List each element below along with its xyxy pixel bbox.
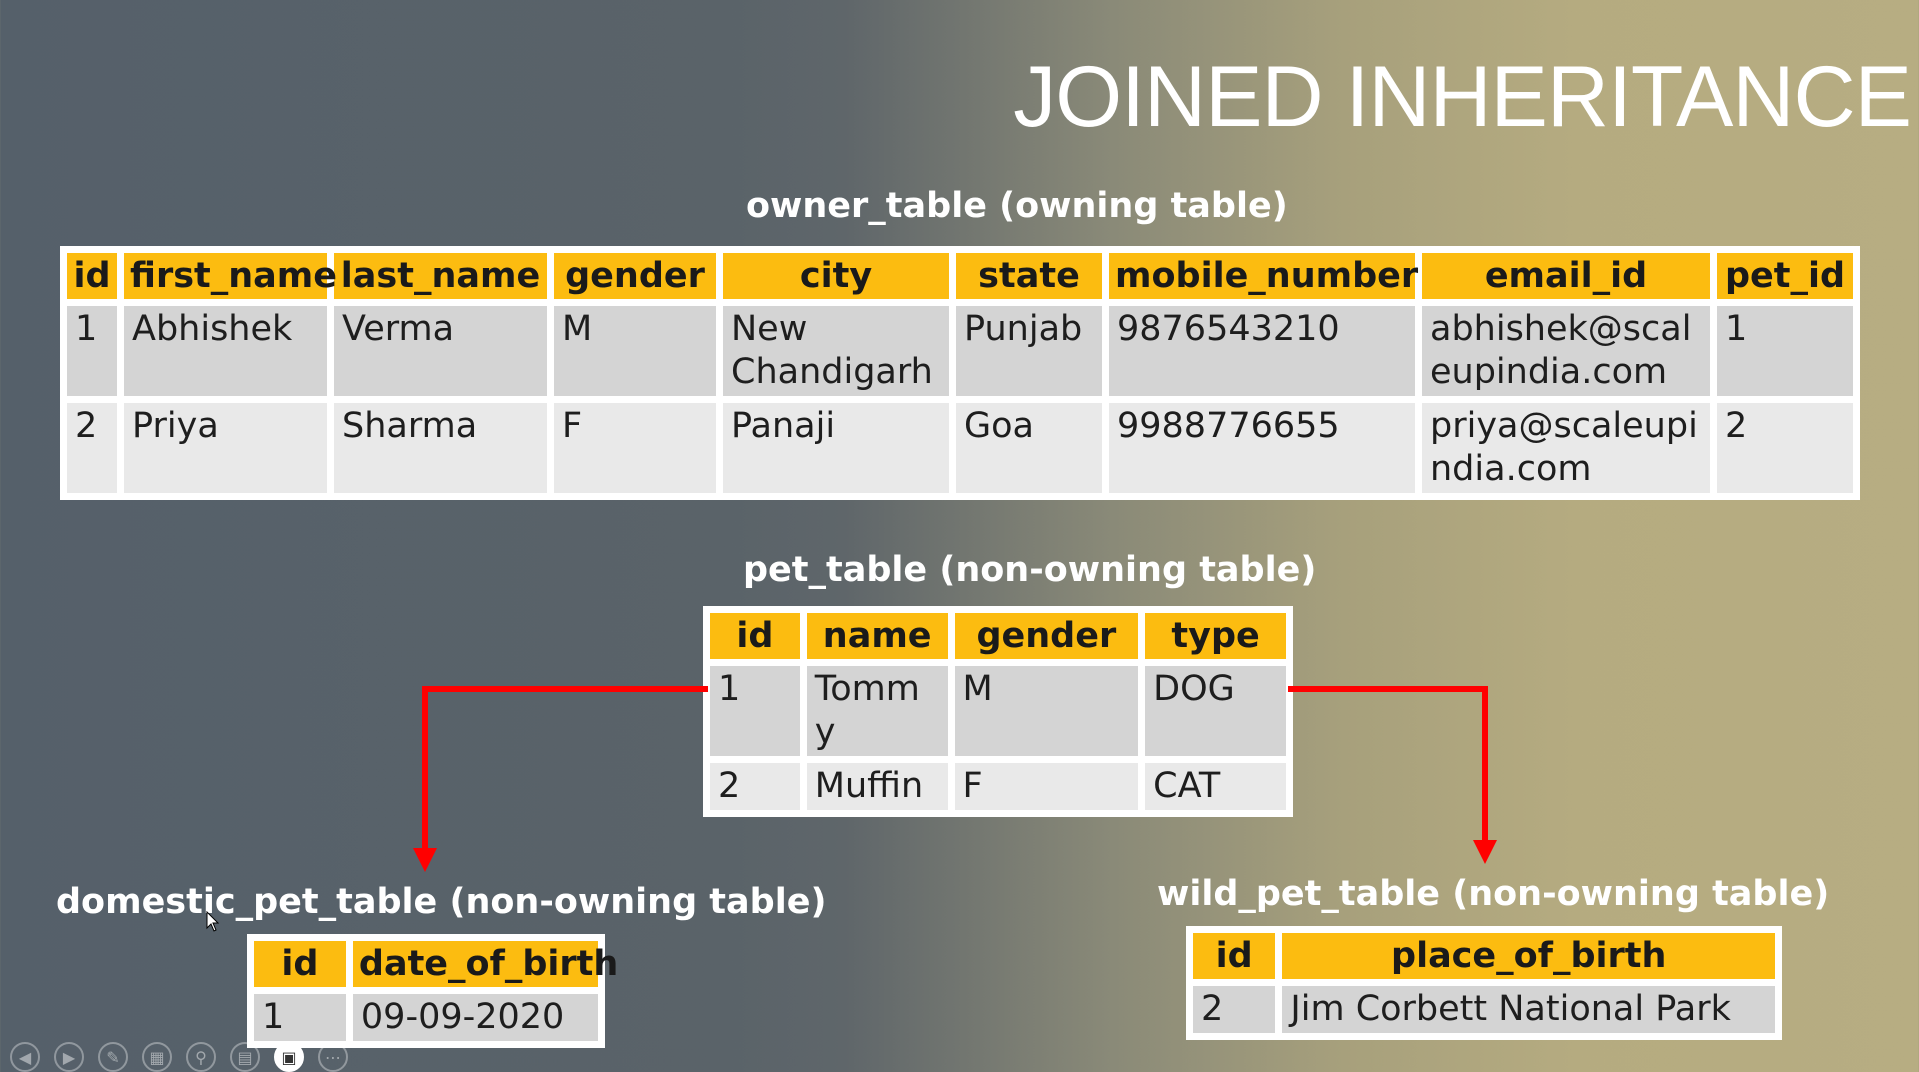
mouse-cursor-icon: [206, 911, 220, 932]
wild-table-header-row: id place_of_birth: [1193, 933, 1775, 979]
wild-col-place-of-birth: place_of_birth: [1282, 933, 1775, 979]
wild-col-id: id: [1193, 933, 1276, 979]
domestic-col-date-of-birth: date_of_birth: [352, 941, 618, 987]
camera-icon[interactable]: ▣: [274, 1042, 304, 1072]
table-row: 2 Jim Corbett National Park: [1193, 986, 1775, 1033]
next-icon[interactable]: ▶: [54, 1042, 84, 1072]
pen-icon[interactable]: ✎: [98, 1042, 128, 1072]
domestic-pet-table: id date_of_birth 1 09-09-2020: [247, 934, 618, 1048]
wild-pet-table: id place_of_birth 2 Jim Corbett National…: [1186, 926, 1782, 1040]
subtitles-icon[interactable]: ▤: [230, 1042, 260, 1072]
table-cell: Jim Corbett National Park: [1282, 986, 1775, 1033]
wild-pet-table-caption: wild_pet_table (non-owning table): [1157, 874, 1830, 914]
presentation-toolbar: ◀ ▶ ✎ ▦ ⚲ ▤ ▣ ⋯: [10, 1035, 348, 1072]
arrow-to-wild: [1288, 686, 1497, 864]
more-icon[interactable]: ⋯: [318, 1042, 348, 1072]
domestic-col-id: id: [254, 941, 346, 987]
table-row: 1 09-09-2020: [254, 994, 598, 1041]
domestic-table-header-row: id date_of_birth: [254, 941, 618, 987]
zoom-icon[interactable]: ⚲: [186, 1042, 216, 1072]
table-cell: 2: [1193, 986, 1276, 1033]
table-cell: 1: [254, 994, 346, 1041]
slides-icon[interactable]: ▦: [142, 1042, 172, 1072]
previous-icon[interactable]: ◀: [10, 1042, 40, 1072]
arrow-to-domestic: [413, 686, 708, 872]
domestic-pet-table-caption: domestic_pet_table (non-owning table): [56, 882, 827, 922]
table-cell: 09-09-2020: [352, 994, 598, 1041]
